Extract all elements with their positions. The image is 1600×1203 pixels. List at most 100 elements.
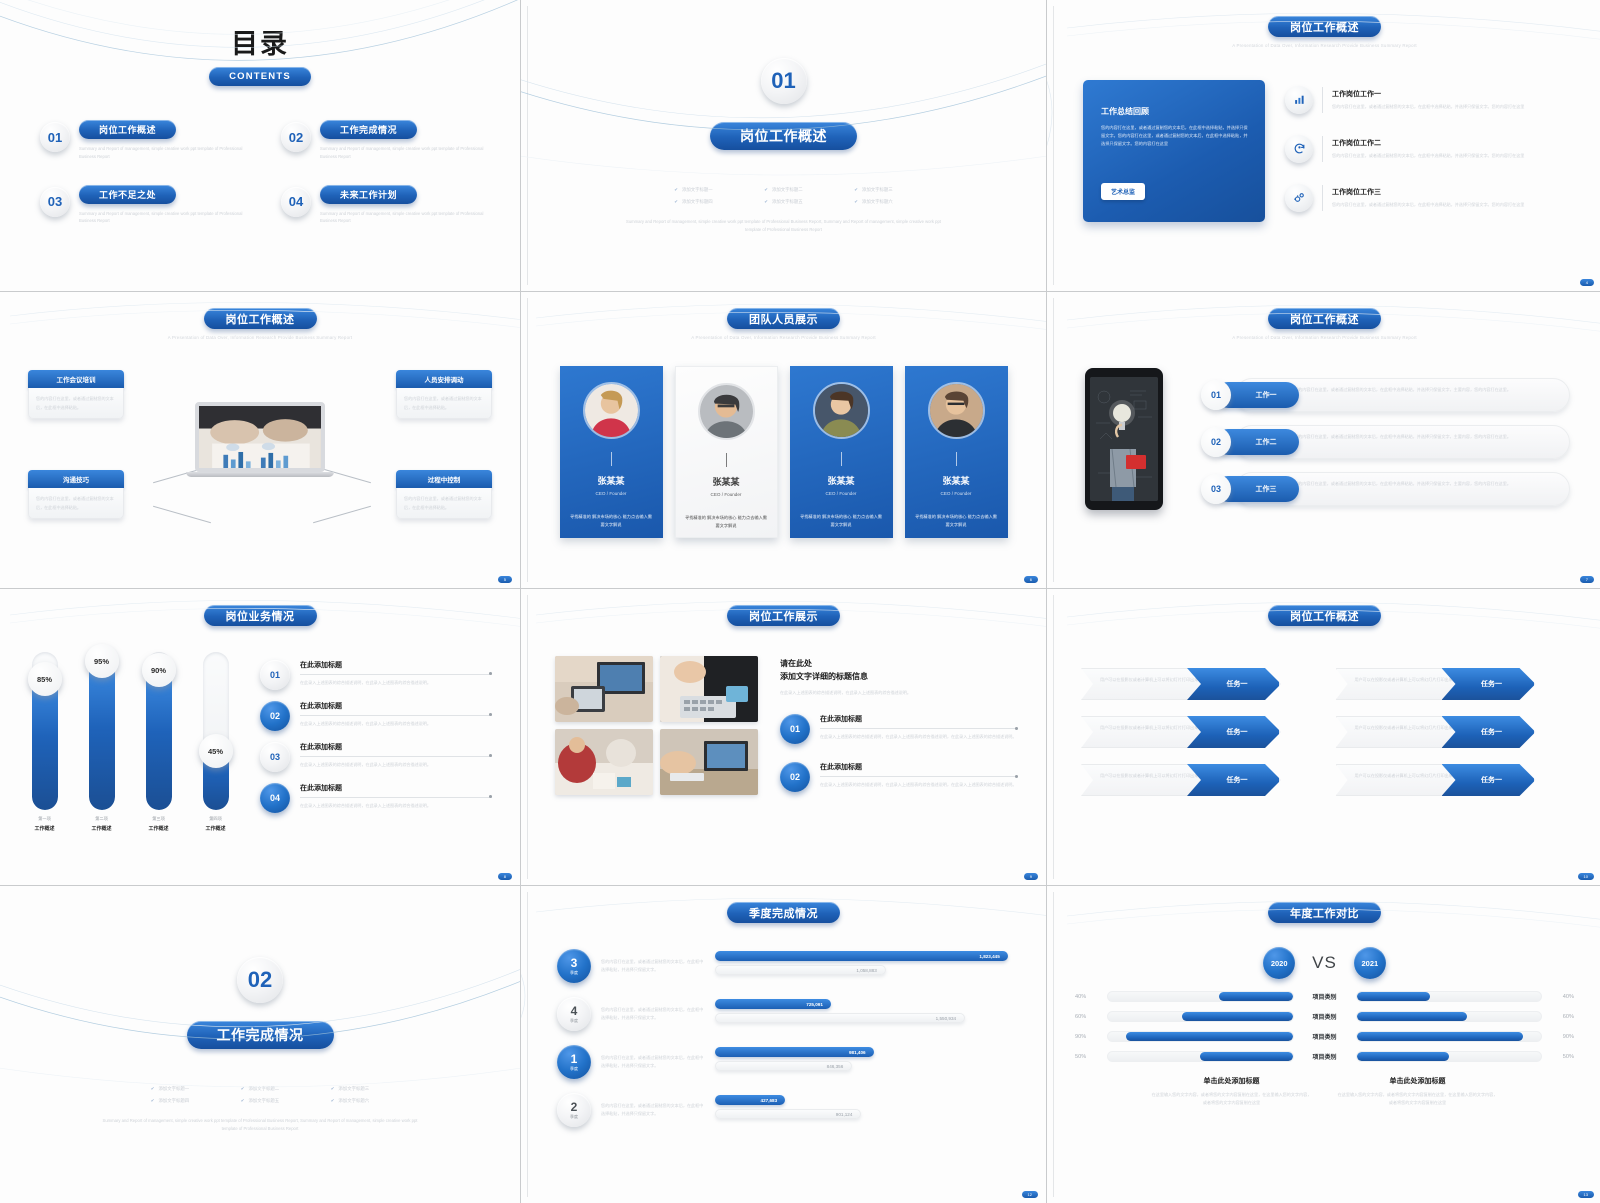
toc-item-04[interactable]: 04 未来工作计划 Summary and Report of manageme… bbox=[281, 184, 486, 226]
arrow-row[interactable]: 用户可以在投影仪或者计算机上可以将幻灯片打印出来 任务一 bbox=[1335, 668, 1571, 700]
toc-number: 02 bbox=[281, 122, 311, 152]
slide-contents[interactable]: 目录 CONTENTS 01 岗位工作概述 Summary and Report… bbox=[0, 0, 520, 291]
arrow-row[interactable]: 用户可以在投影仪或者计算机上可以将幻灯片打印出来 任务一 bbox=[1081, 764, 1316, 796]
item-number: 04 bbox=[260, 782, 290, 813]
diagram-box-top-right[interactable]: 人员安排调动 您的内容打在这里，或者通过复制您的文本后，在此框中选择粘贴。 bbox=[396, 369, 492, 420]
work-row[interactable]: 您的内容打在这里，或者通过复制您的文本后，在此框中选择粘贴，并选择只保留文字，主… bbox=[1191, 377, 1570, 412]
page-number: 9 bbox=[1023, 873, 1038, 880]
slide-task-arrows[interactable]: 岗位工作概述 用户可以在投影仪或者计算机上可以将幻灯片打印出来 任务一 用户可以… bbox=[1047, 589, 1600, 885]
toc-desc: Summary and Report of management, simple… bbox=[320, 210, 484, 224]
slider-value: 45% bbox=[198, 734, 233, 768]
team-card[interactable]: 张某某 CEO / Founder 寻找精准的 解决市场的核心 能力点去输入需要… bbox=[559, 365, 663, 538]
slide-section-02[interactable]: 02 工作完成情况 ✔ 添加文字标题一 ✔ 添加文字标题二 ✔ 添加文字标题三 ✔ 添加… bbox=[0, 886, 520, 1203]
toc-label[interactable]: 未来工作计划 bbox=[320, 184, 418, 204]
slide-overview-card[interactable]: 岗位工作概述 A Presentation of Data Over, Info… bbox=[1047, 0, 1600, 291]
track-left bbox=[1107, 1011, 1294, 1022]
slide-title: 岗位工作概述 bbox=[203, 308, 317, 329]
arrow-row[interactable]: 用户可以在投影仪或者计算机上可以将幻灯片打印出来 任务一 bbox=[1081, 716, 1316, 748]
team-name: 张某某 bbox=[942, 475, 970, 486]
fill-right bbox=[1356, 992, 1431, 1001]
laptop-base bbox=[186, 471, 334, 477]
slide-tablet-list[interactable]: 岗位工作概述 A Presentation of Data Over, Info… bbox=[1047, 292, 1600, 588]
team-card[interactable]: 张某某 CEO / Founder 寻找精准的 解决市场的核心 能力点去输入需要… bbox=[789, 365, 893, 538]
laptop-screen bbox=[195, 401, 325, 472]
item-title: 在此添加标题 bbox=[300, 702, 342, 710]
slider-column[interactable]: 45% 第四项 工作概述 bbox=[198, 652, 233, 832]
slider-value: 85% bbox=[27, 662, 62, 696]
slider-column[interactable]: 95% 第二项 工作概述 bbox=[84, 644, 119, 832]
business-item[interactable]: 02 在此添加标题 在此录入上述图表的综合描述说明，在此录入上述图表的综合描述说… bbox=[260, 700, 492, 731]
toc-label[interactable]: 工作不足之处 bbox=[79, 184, 177, 204]
avatar bbox=[927, 381, 985, 439]
arrow-row[interactable]: 用户可以在投影仪或者计算机上可以将幻灯片打印出来 任务一 bbox=[1335, 716, 1571, 748]
bar-secondary: 901,124 bbox=[715, 1109, 862, 1119]
check-label: 添加文字标题六 bbox=[338, 1097, 370, 1103]
work-row[interactable]: 您的内容打在这里，或者通过复制您的文本后，在此框中选择粘贴，并选择只保留文字，主… bbox=[1191, 471, 1570, 506]
work-row[interactable]: 您的内容打在这里，或者通过复制您的文本后，在此框中选择粘贴，并选择只保留文字，主… bbox=[1191, 424, 1570, 459]
item-number: 03 bbox=[260, 741, 290, 772]
toc-desc: Summary and Report of management, simple… bbox=[79, 146, 243, 159]
slider-column[interactable]: 90% 第三项 工作概述 bbox=[141, 652, 176, 832]
page-number: 6 bbox=[1023, 576, 1038, 583]
page-number: 4 bbox=[1579, 279, 1594, 286]
team-card[interactable]: 张某某 CEO / Founder 寻找精准的 解决市场的核心 能力点去输入需要… bbox=[904, 365, 1008, 538]
slide-section-01[interactable]: 01 岗位工作概述 ✔ 添加文字标题一 ✔ 添加文字标题二 ✔ 添加文字标题三 ✔ 添加… bbox=[521, 0, 1046, 291]
slide-year-comparison[interactable]: 年度工作对比 2020 VS 2021 40% 项目类别 40% 60% 项目类… bbox=[1047, 886, 1600, 1203]
slide-frame bbox=[527, 892, 1040, 1197]
slide-business-sliders[interactable]: 岗位业务情况 85% 第一项 工作概述 95% 第二项 工作概述 90% 第三项… bbox=[0, 589, 520, 885]
arrow-row[interactable]: 用户可以在投影仪或者计算机上可以将幻灯片打印出来 任务一 bbox=[1335, 764, 1571, 796]
fill-right bbox=[1356, 1052, 1449, 1061]
contents-badge: CONTENTS bbox=[209, 67, 311, 86]
slider-fill bbox=[88, 659, 115, 810]
slider-track[interactable] bbox=[202, 652, 229, 810]
check-label: 添加文字标题三 bbox=[338, 1085, 370, 1091]
item-number: 02 bbox=[260, 700, 290, 731]
item-rule bbox=[300, 672, 492, 676]
box-body: 您的内容打在这里，或者通过复制您的文本后，在此框中选择粘贴。 bbox=[28, 387, 124, 420]
toc-number: 01 bbox=[40, 122, 70, 152]
slide-laptop-diagram[interactable]: 岗位工作概述 A Presentation of Data Over, Info… bbox=[0, 292, 520, 588]
slide-title: 岗位业务情况 bbox=[203, 605, 317, 626]
slide-photo-grid[interactable]: 岗位工作展示 请在此处 添加文字详细的标题信息 在此录入上述图表的综合描述说明，… bbox=[521, 589, 1046, 885]
business-list: 01 在此添加标题 在此录入上述图表的综合描述说明，在此录入上述图表的综合描述说… bbox=[250, 648, 498, 832]
slider-sublabel: 工作概述 bbox=[205, 826, 226, 832]
toc-item-02[interactable]: 02 工作完成情况 Summary and Report of manageme… bbox=[281, 120, 486, 161]
avatar-photo bbox=[699, 384, 753, 438]
slider-sublabel: 工作概述 bbox=[91, 826, 112, 832]
toc-item-03[interactable]: 03 工作不足之处 Summary and Report of manageme… bbox=[40, 184, 245, 226]
slider-chart: 85% 第一项 工作概述 95% 第二项 工作概述 90% 第三项 工作概述 4… bbox=[27, 644, 233, 832]
tablet-mockup bbox=[1085, 367, 1163, 510]
toc-number: 04 bbox=[281, 186, 311, 217]
slider-sublabel: 工作概述 bbox=[34, 826, 55, 832]
business-item[interactable]: 03 在此添加标题 在此录入上述图表的综合描述说明，在此录入上述图表的综合描述说… bbox=[260, 741, 492, 772]
photo-cell[interactable] bbox=[555, 656, 653, 722]
team-card[interactable]: 张某某 CEO / Founder 寻找精准的 解决市场的核心 能力点去输入需要… bbox=[674, 365, 778, 538]
slider-column[interactable]: 85% 第一项 工作概述 bbox=[27, 652, 62, 832]
toc-label[interactable]: 工作完成情况 bbox=[320, 120, 418, 139]
check-label: 添加文字标题一 bbox=[158, 1085, 190, 1091]
diagram-box-bottom-left[interactable]: 沟通技巧 您的内容打在这里，或者通过复制您的文本后，在此框中选择粘贴。 bbox=[28, 469, 124, 520]
work-number: 01 bbox=[1201, 379, 1231, 410]
photo-cell[interactable] bbox=[660, 656, 758, 722]
slide-quarterly-bars[interactable]: 季度完成情况 3 季度 您的内容打在这里，或者通过复制您的文本后，在此框中选择粘… bbox=[521, 886, 1046, 1203]
item-rule bbox=[300, 795, 492, 799]
diagram-box-bottom-right[interactable]: 过程中控制 您的内容打在这里，或者通过复制您的文本后，在此框中选择粘贴。 bbox=[396, 469, 492, 520]
toc-label[interactable]: 岗位工作概述 bbox=[79, 120, 177, 139]
track-left bbox=[1107, 1051, 1294, 1062]
toc-desc: Summary and Report of management, simple… bbox=[320, 146, 484, 159]
page-number: 8 bbox=[497, 873, 512, 880]
diagram: 工作会议培训 您的内容打在这里，或者通过复制您的文本后，在此框中选择粘贴。 人员… bbox=[0, 364, 520, 532]
slider-value: 90% bbox=[141, 653, 176, 687]
photo-cell[interactable] bbox=[555, 729, 653, 795]
photo-cell[interactable] bbox=[660, 729, 758, 795]
art-director-button[interactable]: 艺术总监 bbox=[1101, 182, 1146, 200]
avatar-photo bbox=[929, 383, 983, 437]
team-role: CEO / Founder bbox=[940, 490, 972, 496]
toc-item-01[interactable]: 01 岗位工作概述 Summary and Report of manageme… bbox=[40, 120, 245, 161]
slide-team[interactable]: 团队人员展示 A Presentation of Data Over, Info… bbox=[521, 292, 1046, 588]
arrow-row[interactable]: 用户可以在投影仪或者计算机上可以将幻灯片打印出来 任务一 bbox=[1081, 668, 1316, 700]
business-item[interactable]: 04 在此添加标题 在此录入上述图表的综合描述说明，在此录入上述图表的综合描述说… bbox=[260, 782, 492, 813]
work-list: 您的内容打在这里，或者通过复制您的文本后，在此框中选择粘贴，并选择只保留文字，主… bbox=[1191, 368, 1570, 510]
diagram-box-top-left[interactable]: 工作会议培训 您的内容打在这里，或者通过复制您的文本后，在此框中选择粘贴。 bbox=[28, 369, 124, 420]
business-item[interactable]: 01 在此添加标题 在此录入上述图表的综合描述说明，在此录入上述图表的综合描述说… bbox=[260, 659, 492, 690]
